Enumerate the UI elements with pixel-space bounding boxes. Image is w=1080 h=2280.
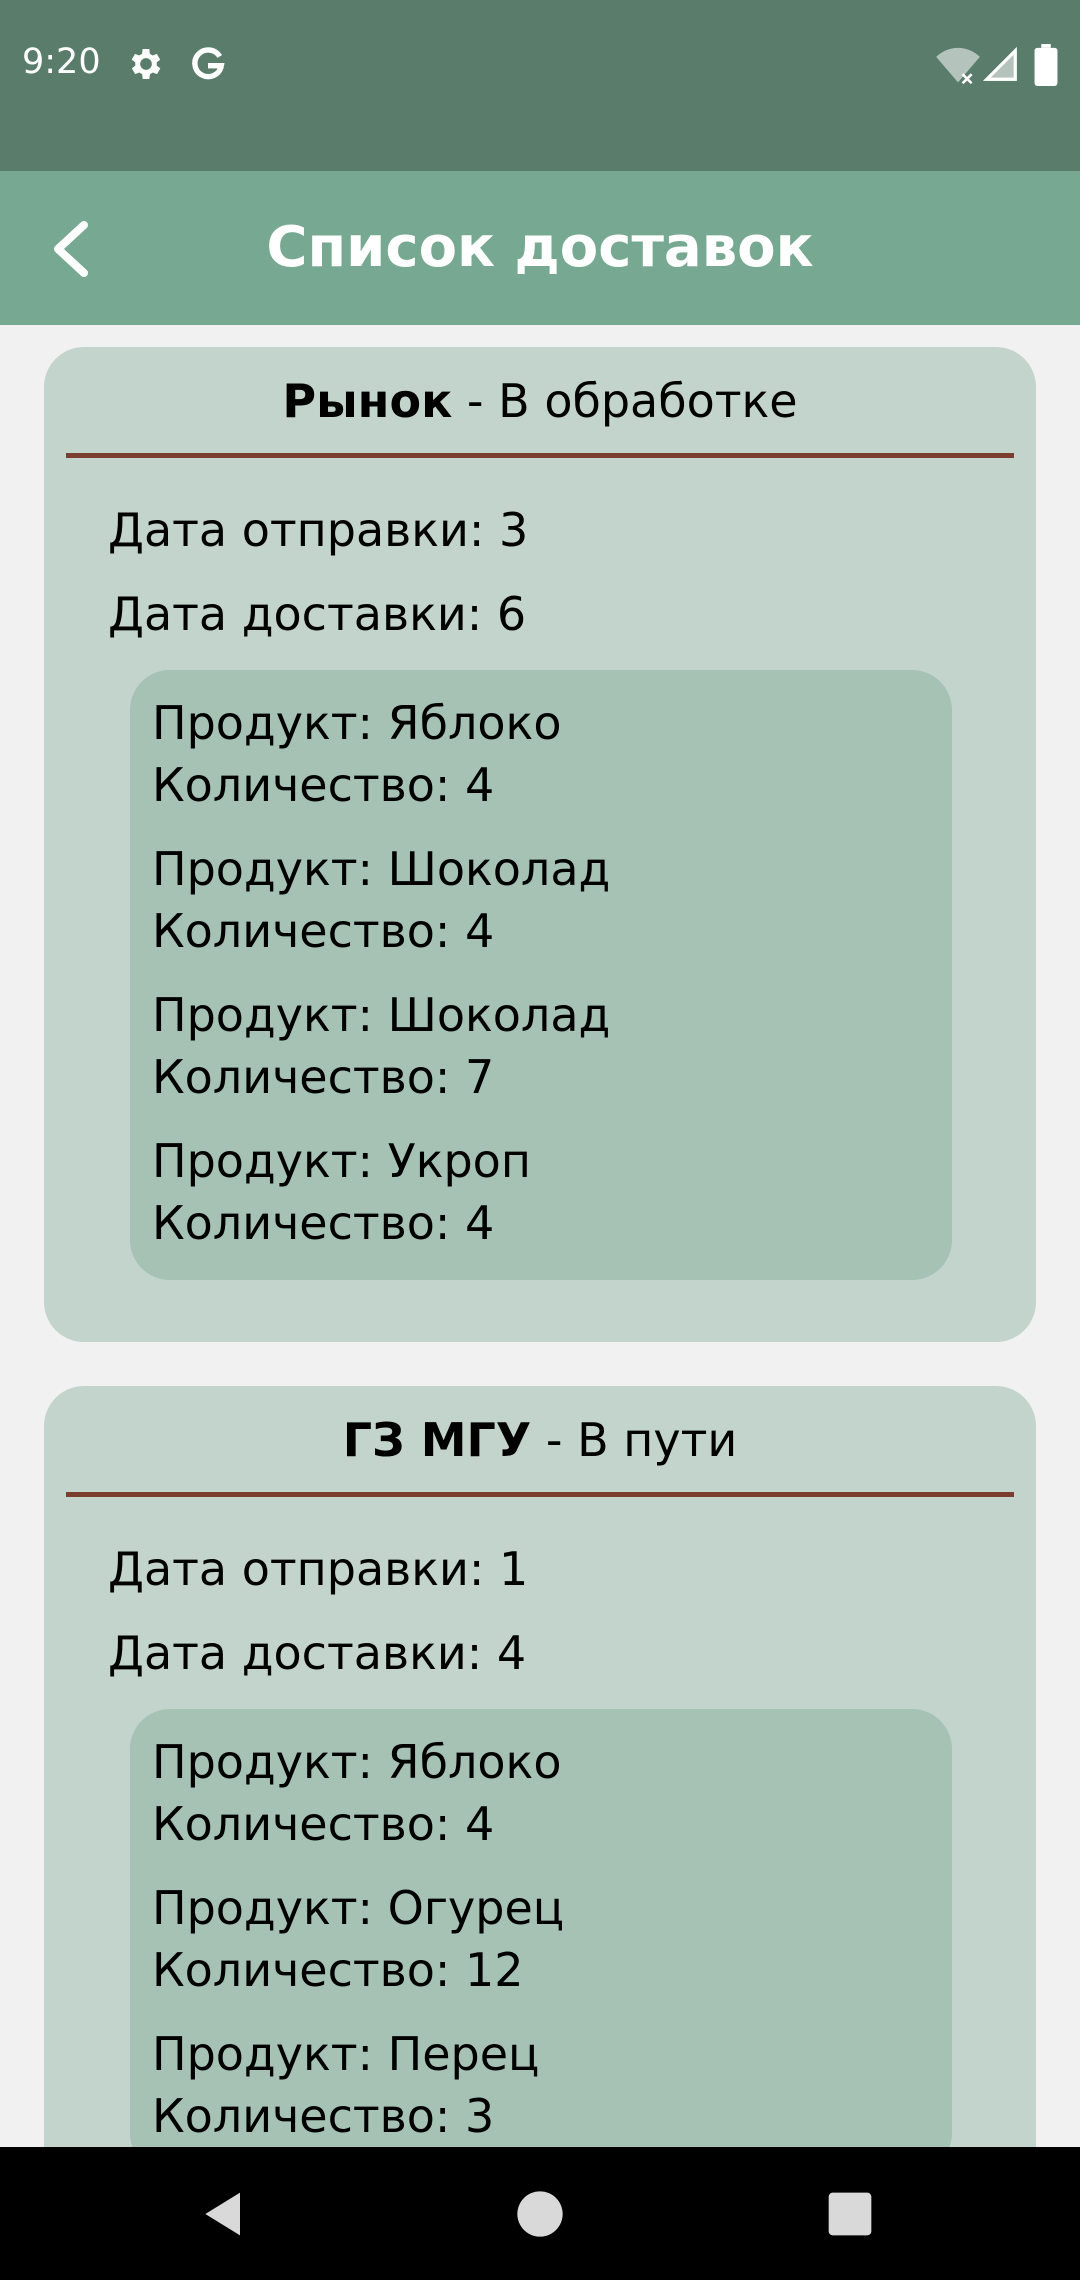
product-name: Продукт: Яблоко bbox=[152, 696, 562, 750]
product-item: Продукт: Шоколад Количество: 4 bbox=[152, 838, 930, 962]
deliveries-list[interactable]: Рынок - В обработке Дата отправки: 3 Дат… bbox=[0, 325, 1080, 2147]
product-quantity: Количество: 12 bbox=[152, 1943, 524, 1997]
send-date: Дата отправки: 3 bbox=[108, 503, 529, 557]
delivery-date: Дата доставки: 4 bbox=[108, 1626, 527, 1680]
product-name: Продукт: Огурец bbox=[152, 1881, 565, 1935]
back-button[interactable] bbox=[22, 201, 118, 297]
page-title: Список доставок bbox=[266, 215, 814, 280]
product-quantity: Количество: 3 bbox=[152, 2089, 495, 2143]
signal-icon bbox=[982, 46, 1020, 84]
delivery-place: Рынок bbox=[282, 374, 453, 428]
product-name: Продукт: Яблоко bbox=[152, 1735, 562, 1789]
product-name: Продукт: Укроп bbox=[152, 1134, 531, 1188]
product-quantity: Количество: 4 bbox=[152, 904, 495, 958]
product-item: Продукт: Укроп Количество: 4 bbox=[152, 1130, 930, 1254]
chevron-left-icon bbox=[54, 221, 88, 277]
delivery-header: ГЗ МГУ - В пути bbox=[44, 1404, 1036, 1476]
product-item: Продукт: Яблоко Количество: 4 bbox=[152, 692, 930, 816]
navigation-bar bbox=[0, 2147, 1080, 2280]
product-quantity: Количество: 4 bbox=[152, 1797, 495, 1851]
product-quantity: Количество: 4 bbox=[152, 1196, 495, 1250]
battery-icon bbox=[1034, 44, 1058, 86]
products-list: Продукт: Яблоко Количество: 4 Продукт: Ш… bbox=[130, 670, 952, 1280]
product-name: Продукт: Шоколад bbox=[152, 842, 611, 896]
home-circle-icon[interactable] bbox=[508, 2182, 572, 2246]
product-quantity: Количество: 4 bbox=[152, 758, 495, 812]
app-bar: Список доставок bbox=[0, 171, 1080, 325]
delivery-card: Рынок - В обработке Дата отправки: 3 Дат… bbox=[44, 347, 1036, 1342]
wifi-icon bbox=[936, 46, 980, 86]
product-name: Продукт: Перец bbox=[152, 2027, 540, 2081]
delivery-status: - В пути bbox=[531, 1413, 738, 1467]
back-triangle-icon[interactable] bbox=[192, 2182, 256, 2246]
gear-icon bbox=[126, 44, 166, 84]
delivery-status: - В обработке bbox=[452, 374, 798, 428]
product-item: Продукт: Перец Количество: 3 bbox=[152, 2023, 930, 2147]
product-quantity: Количество: 7 bbox=[152, 1050, 495, 1104]
delivery-header: Рынок - В обработке bbox=[44, 365, 1036, 437]
product-item: Продукт: Шоколад Количество: 7 bbox=[152, 984, 930, 1108]
status-bar: 9:20 bbox=[0, 0, 1080, 171]
products-list: Продукт: Яблоко Количество: 4 Продукт: О… bbox=[130, 1709, 952, 2147]
product-item: Продукт: Яблоко Количество: 4 bbox=[152, 1731, 930, 1855]
recents-square-icon[interactable] bbox=[818, 2182, 882, 2246]
google-icon bbox=[188, 44, 228, 84]
delivery-date: Дата доставки: 6 bbox=[108, 587, 527, 641]
delivery-place: ГЗ МГУ bbox=[342, 1413, 532, 1467]
product-item: Продукт: Огурец Количество: 12 bbox=[152, 1877, 930, 2001]
status-time: 9:20 bbox=[22, 42, 101, 82]
product-name: Продукт: Шоколад bbox=[152, 988, 611, 1042]
send-date: Дата отправки: 1 bbox=[108, 1542, 529, 1596]
delivery-card: ГЗ МГУ - В пути Дата отправки: 1 Дата до… bbox=[44, 1386, 1036, 2147]
